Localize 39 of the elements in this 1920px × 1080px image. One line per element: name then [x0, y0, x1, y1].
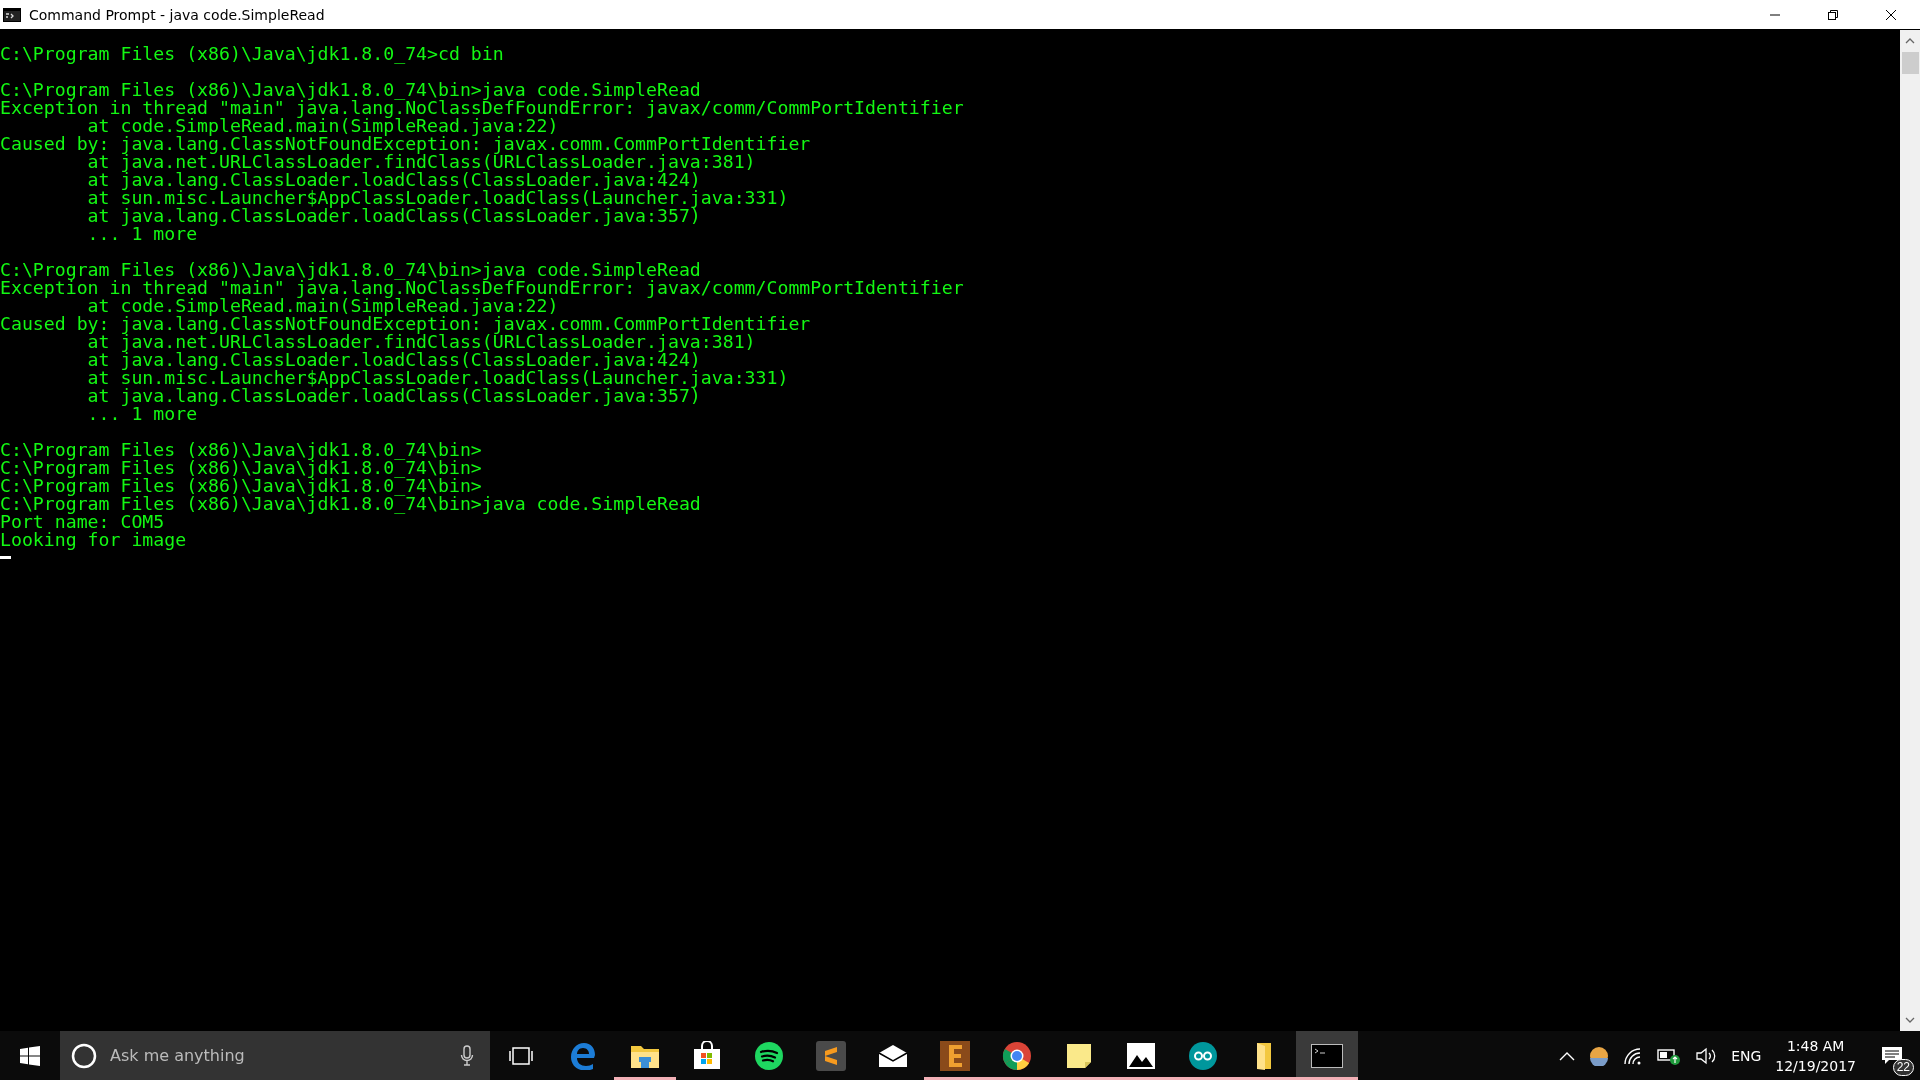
scrollbar[interactable] [1900, 30, 1920, 1031]
language-indicator[interactable]: ENG [1731, 1047, 1762, 1064]
scrollbar-thumb[interactable] [1901, 52, 1919, 74]
text-cursor [0, 556, 11, 559]
restore-icon [1827, 8, 1839, 21]
sticky-note-icon [1066, 1042, 1092, 1069]
console-icon [1311, 1043, 1343, 1068]
search-field[interactable]: Ask me anything [60, 1031, 490, 1080]
cloud-sun-icon[interactable] [1589, 1045, 1610, 1066]
console-line: C:\Program Files (x86)\Java\jdk1.8.0_74\bin> [0, 439, 482, 460]
battery-icon[interactable] [1657, 1046, 1682, 1065]
window-title: Command Prompt - java code.SimpleRead [29, 6, 325, 23]
speaker-icon[interactable] [1695, 1046, 1718, 1065]
console-line: C:\Program Files (x86)\Java\jdk1.8.0_74\bin>java code.SimpleRead [0, 79, 701, 100]
clock-date[interactable]: 12/19/2017 [1775, 1055, 1856, 1076]
shopping-bag-icon [692, 1040, 722, 1071]
scroll-up-icon[interactable] [1905, 38, 1915, 44]
e-logo-icon [569, 1041, 597, 1070]
sound-waves-icon [754, 1040, 784, 1071]
windows-logo-icon [20, 1045, 40, 1066]
console-line: Looking for image [0, 529, 187, 550]
mountain-picture-icon [1126, 1041, 1156, 1070]
circle-icon [71, 1043, 97, 1069]
task-view-icon [509, 1045, 533, 1066]
e-letter-icon [940, 1040, 970, 1071]
scroll-down-icon[interactable] [1905, 1017, 1915, 1023]
envelope-icon [878, 1043, 908, 1068]
clock-time[interactable]: 1:48 AM [1786, 1035, 1845, 1056]
action-center-button[interactable]: 22 [1870, 1033, 1914, 1078]
infinity-icon [1188, 1040, 1218, 1071]
console-icon [3, 7, 21, 22]
notification-count: 22 [1892, 1058, 1914, 1076]
close-icon [1885, 8, 1897, 21]
chrome-icon [1002, 1040, 1032, 1071]
console-line: C:\Program Files (x86)\Java\jdk1.8.0_74\bin>java code.SimpleRead [0, 259, 701, 280]
console-line: C:\Program Files (x86)\Java\jdk1.8.0_74>cd bin [0, 43, 504, 64]
microphone-icon[interactable] [460, 1045, 474, 1067]
chevron-up-icon[interactable] [1559, 1050, 1576, 1061]
taskbar-app[interactable] [1296, 1031, 1358, 1080]
